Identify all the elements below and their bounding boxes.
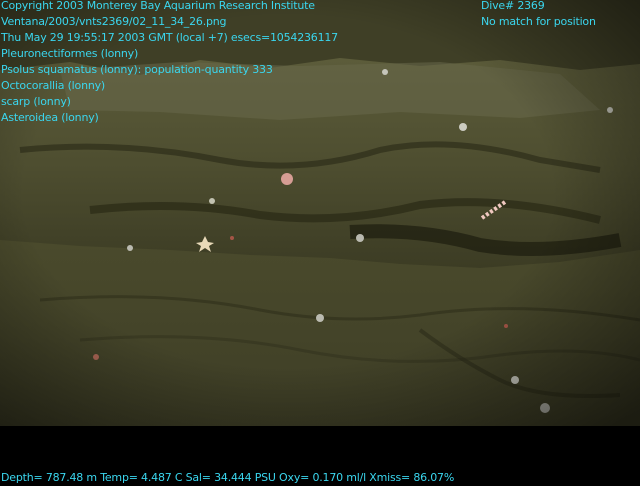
annotation-line: Octocorallia (lonny) [1,79,106,92]
timestamp-text: Thu May 29 19:55:17 2003 GMT (local +7) … [1,31,338,44]
annotation-line: Asteroidea (lonny) [1,111,99,124]
image-path-text: Ventana/2003/vnts2369/02_11_34_26.png [1,15,227,28]
telemetry-text: Depth= 787.48 m Temp= 4.487 C Sal= 34.44… [1,471,455,484]
dive-number-text: Dive# 2369 [481,0,545,12]
position-status-text: No match for position [481,15,596,28]
annotation-line: Psolus squamatus (lonny): population-qua… [1,63,273,76]
annotation-line: Pleuronectiformes (lonny) [1,47,139,60]
annotation-line: scarp (lonny) [1,95,71,108]
copyright-text: Copyright 2003 Monterey Bay Aquarium Res… [1,0,315,12]
